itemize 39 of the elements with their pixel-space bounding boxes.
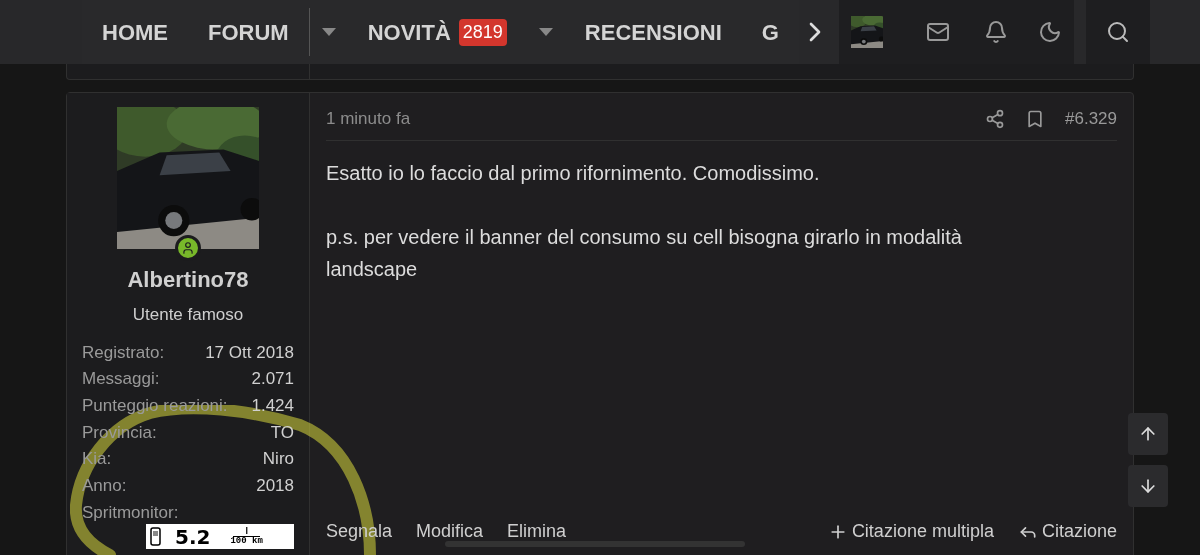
search-icon[interactable] <box>1105 20 1130 44</box>
bookmark-icon[interactable] <box>1025 108 1045 129</box>
nav-link[interactable]: FORUM <box>188 15 309 49</box>
share-icon[interactable] <box>985 108 1005 129</box>
nav-link[interactable]: HOME <box>82 15 188 49</box>
username-link[interactable]: Albertino78 <box>127 263 249 296</box>
stat-value: 1.424 <box>251 394 294 417</box>
user-title: Utente famoso <box>132 304 244 326</box>
stat-value: 17 Ott 2018 <box>205 341 294 364</box>
unit-text: 100 km <box>230 537 263 547</box>
count-badge: 2819 <box>458 18 507 46</box>
post-action-link[interactable]: Modifica <box>416 518 484 545</box>
stat-label: Spritmonitor: <box>82 501 179 524</box>
nav-link[interactable]: G <box>741 15 799 49</box>
consumption-value: 5.2 <box>175 526 211 547</box>
post-paragraph: p.s. per vedere il banner del consumo su cell bisogna girarlo in modalità landscape <box>326 225 963 282</box>
nav-link[interactable]: NOVITÀ 2819 <box>347 15 527 49</box>
scroll-up-button[interactable] <box>1128 413 1168 455</box>
caret-icon[interactable] <box>321 28 336 36</box>
stat-value: TO <box>270 421 294 444</box>
stat-value: 2018 <box>256 474 294 497</box>
scroll-down-button[interactable] <box>1128 465 1168 507</box>
post-action-link[interactable]: Elimina <box>507 518 567 545</box>
stat-label: Registrato: <box>82 341 165 364</box>
post-time[interactable]: 1 minuto fa <box>326 105 411 132</box>
post-number-link[interactable]: #6.329 <box>1065 105 1117 132</box>
stat-value: Niro <box>262 448 294 471</box>
mail-icon[interactable] <box>925 20 950 44</box>
stat-label: Messaggi: <box>82 368 160 391</box>
post-action-link[interactable]: Citazione <box>1017 518 1117 545</box>
post-action-link[interactable]: Citazione multipla <box>827 518 994 545</box>
nav-link[interactable]: RECENSIONI <box>564 15 742 49</box>
fuel-pump-icon <box>150 527 163 547</box>
bell-icon[interactable] <box>983 20 1008 44</box>
post-paragraph: Esatto io lo faccio dal primo rifornimento. Comodissimo. <box>326 161 821 186</box>
caret-icon[interactable] <box>538 28 553 36</box>
unit-text: l <box>233 527 260 538</box>
stat-value: 2.071 <box>251 368 294 391</box>
moon-icon[interactable] <box>1037 20 1062 44</box>
